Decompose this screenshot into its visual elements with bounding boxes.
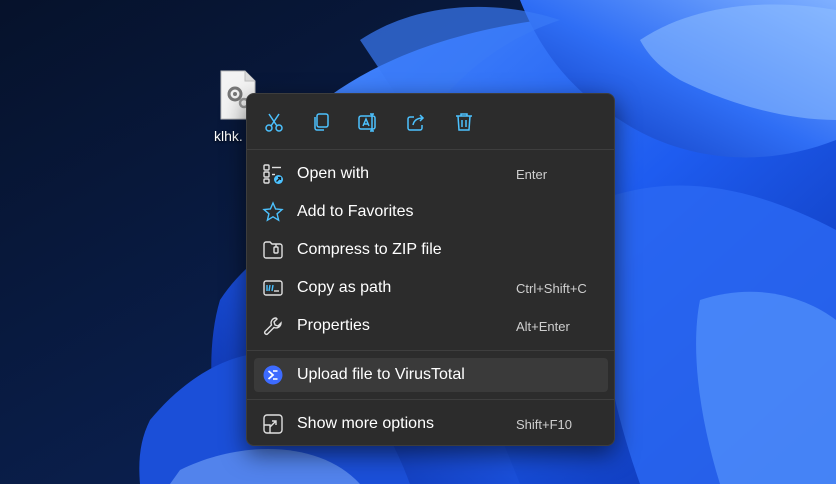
menu-item-properties[interactable]: Properties Alt+Enter bbox=[254, 309, 608, 343]
copy-button[interactable] bbox=[305, 106, 337, 138]
menu-item-show-more-options[interactable]: Show more options Shift+F10 bbox=[254, 407, 608, 441]
wrench-icon bbox=[262, 315, 284, 337]
cut-button[interactable] bbox=[258, 106, 290, 138]
menu-item-label: Add to Favorites bbox=[297, 203, 414, 220]
menu-item-label: Show more options bbox=[297, 415, 434, 432]
menu-item-label: Upload file to VirusTotal bbox=[297, 366, 465, 383]
menu-item-compress-zip[interactable]: Compress to ZIP file bbox=[254, 233, 608, 267]
copy-path-icon bbox=[262, 277, 284, 299]
virustotal-icon bbox=[262, 364, 284, 386]
rename-icon bbox=[358, 113, 376, 132]
menu-item-label: Copy as path bbox=[297, 279, 392, 296]
context-menu: Open with Enter Add to Favorites Compres… bbox=[246, 93, 615, 446]
menu-item-label: Compress to ZIP file bbox=[297, 241, 442, 258]
menu-item-copy-as-path[interactable]: Copy as path Ctrl+Shift+C bbox=[254, 271, 608, 305]
menu-separator bbox=[247, 350, 614, 351]
menu-item-shortcut: Alt+Enter bbox=[516, 319, 570, 334]
menu-item-shortcut: Enter bbox=[516, 167, 548, 182]
menu-item-upload-virustotal[interactable]: Upload file to VirusTotal bbox=[254, 358, 608, 392]
file-name-label: klhk. bbox=[214, 128, 243, 144]
share-button[interactable] bbox=[400, 106, 432, 138]
menu-item-open-with[interactable]: Open with Enter bbox=[254, 157, 608, 191]
copy-icon bbox=[314, 113, 329, 131]
zip-folder-icon bbox=[262, 239, 284, 261]
trash-icon bbox=[456, 113, 472, 131]
open-with-icon bbox=[262, 163, 284, 185]
menu-item-label: Open with bbox=[297, 165, 370, 182]
star-icon bbox=[262, 201, 284, 223]
menu-item-shortcut: Shift+F10 bbox=[516, 417, 573, 432]
scissors-icon bbox=[265, 113, 283, 132]
menu-item-add-to-favorites[interactable]: Add to Favorites bbox=[254, 195, 608, 229]
menu-item-label: Properties bbox=[297, 317, 370, 334]
menu-item-shortcut: Ctrl+Shift+C bbox=[516, 281, 587, 296]
share-icon bbox=[407, 114, 425, 131]
rename-button[interactable] bbox=[352, 106, 384, 138]
more-options-icon bbox=[262, 413, 284, 435]
menu-separator bbox=[247, 399, 614, 400]
delete-button[interactable] bbox=[448, 106, 480, 138]
context-menu-toolbar bbox=[247, 94, 614, 150]
